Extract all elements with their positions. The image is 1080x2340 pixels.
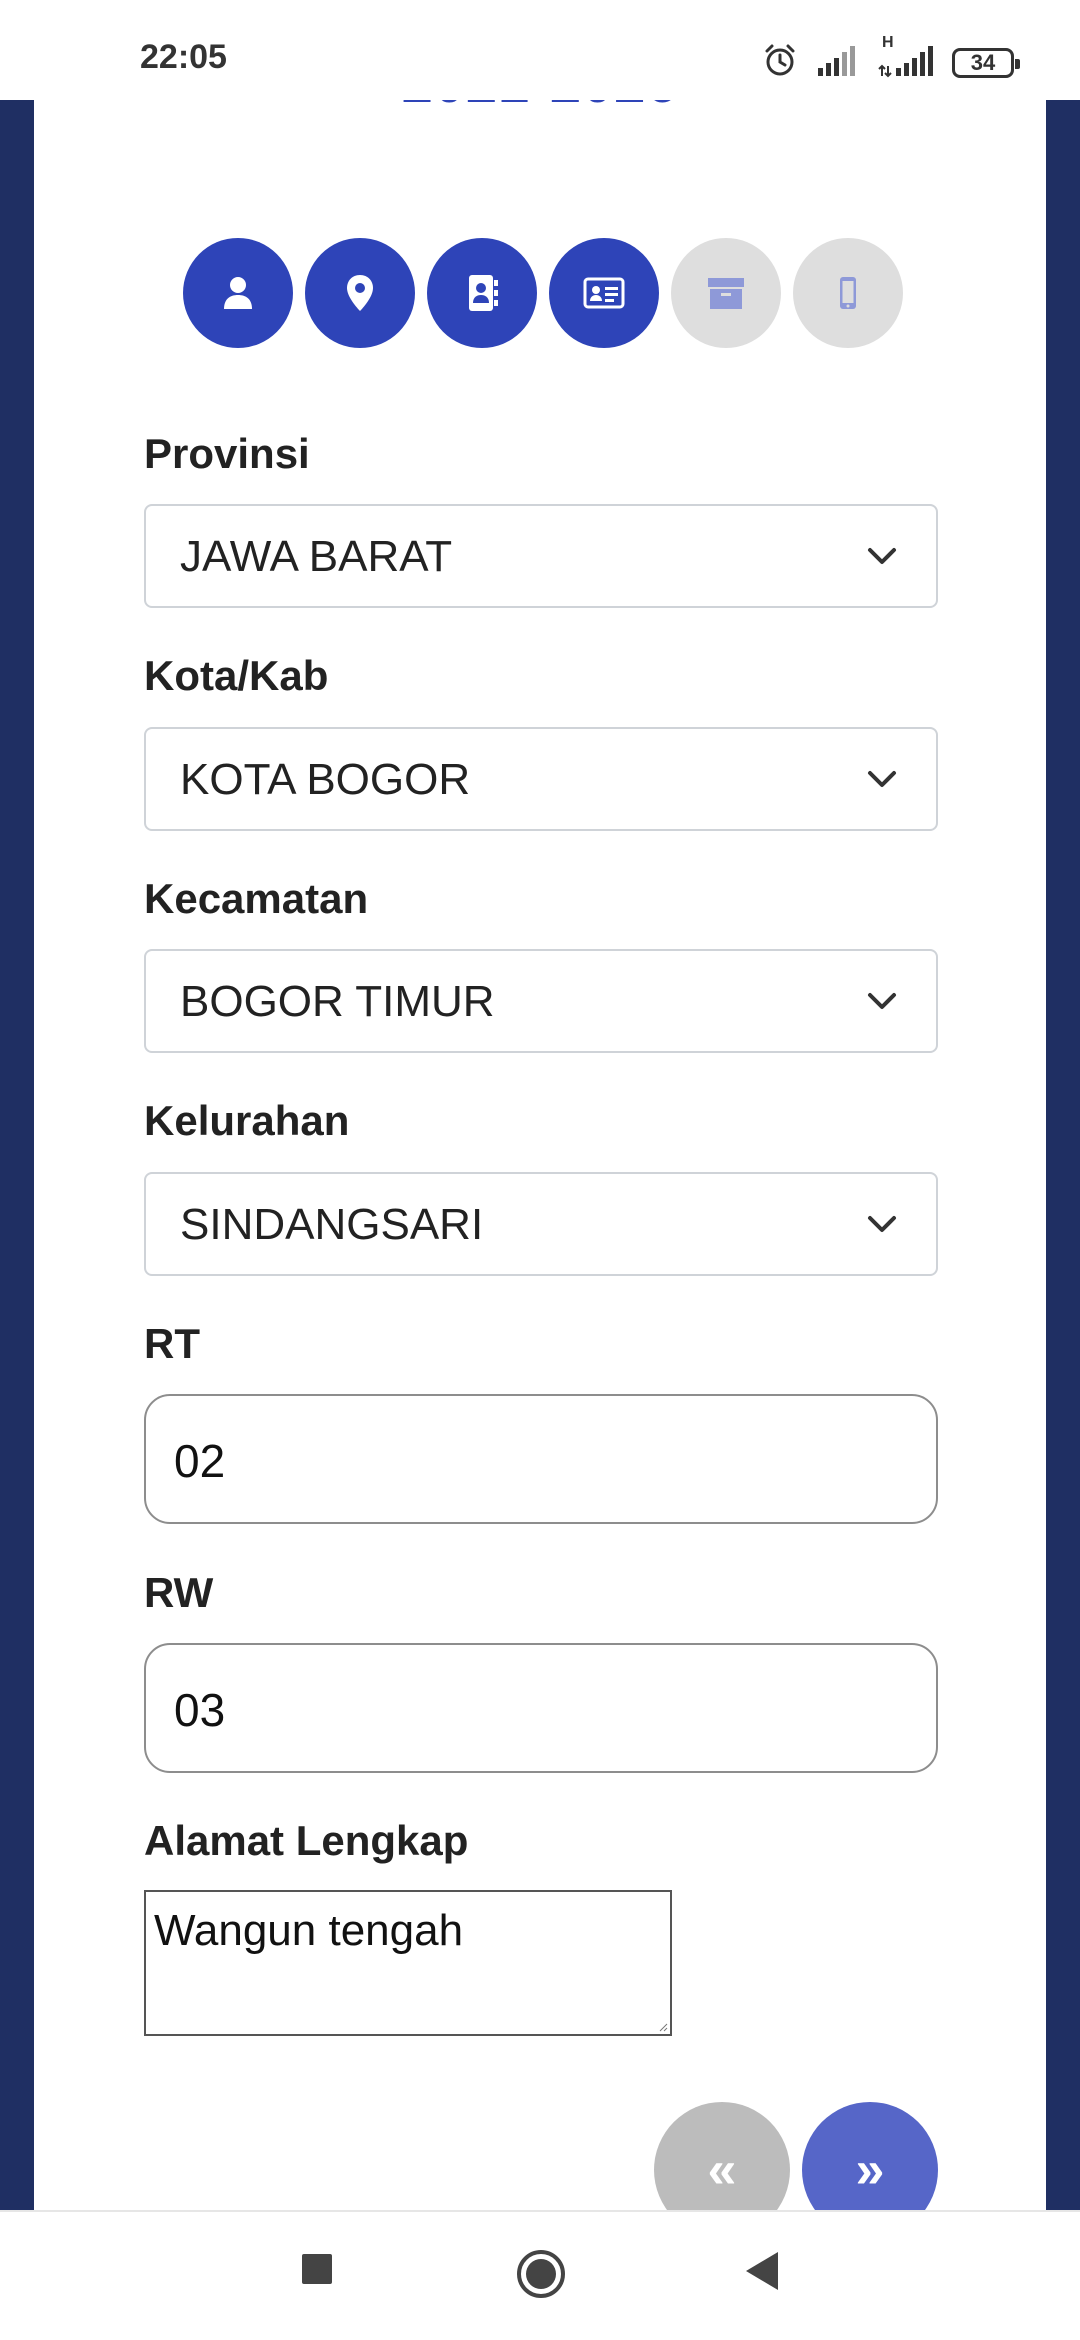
rt-label: RT <box>144 1320 200 1367</box>
frame-right <box>1046 100 1080 2210</box>
chevron-down-icon <box>868 771 896 787</box>
app-screen: 22:05 H 34 Provinsi JAWA BARAT Kota/Kab … <box>0 0 1080 2340</box>
previous-step-button[interactable]: « <box>654 2102 790 2210</box>
kota-label: Kota/Kab <box>144 652 329 699</box>
contact-book-icon <box>469 275 498 311</box>
location-pin-icon <box>347 275 373 311</box>
rw-value: 03 <box>174 1684 226 1736</box>
status-bar: 22:05 H 34 <box>0 0 1080 100</box>
rt-value: 02 <box>174 1435 226 1487</box>
person-icon <box>224 277 252 309</box>
kecamatan-label: Kecamatan <box>144 875 369 922</box>
chevron-down-icon <box>868 993 896 1009</box>
network-type-label: H <box>882 33 894 51</box>
step-device[interactable] <box>793 238 903 348</box>
alamat-value: Wangun tengah <box>154 1906 464 1955</box>
kecamatan-value: BOGOR TIMUR <box>180 977 495 1026</box>
step-personal[interactable] <box>183 238 293 348</box>
step-address[interactable] <box>305 238 415 348</box>
chevron-down-icon <box>868 1216 896 1232</box>
home-icon[interactable] <box>515 2248 567 2300</box>
status-icons: H 34 <box>762 34 1020 88</box>
provinsi-label: Provinsi <box>144 430 310 477</box>
archive-box-icon <box>708 278 744 309</box>
alamat-textarea[interactable]: Wangun tengah <box>144 1890 672 2036</box>
kota-value: KOTA BOGOR <box>180 755 471 804</box>
next-step-button[interactable]: » <box>802 2102 938 2210</box>
kota-select[interactable]: KOTA BOGOR <box>144 727 938 831</box>
system-nav-bar <box>0 2210 1080 2340</box>
form-card: 2021-2026 <box>34 100 1046 2210</box>
battery-icon: 34 <box>952 48 1020 78</box>
status-time: 22:05 <box>140 38 227 76</box>
kelurahan-label: Kelurahan <box>144 1097 350 1144</box>
step-indicator <box>183 238 903 348</box>
double-chevron-left-icon: « <box>707 2141 737 2199</box>
mobile-phone-icon <box>840 277 856 309</box>
kelurahan-value: SINDANGSARI <box>180 1200 484 1249</box>
provinsi-select[interactable]: JAWA BARAT <box>144 504 938 608</box>
id-card-icon <box>583 277 625 309</box>
rw-label: RW <box>144 1569 214 1616</box>
kecamatan-select[interactable]: BOGOR TIMUR <box>144 949 938 1053</box>
chevron-down-icon <box>868 548 896 564</box>
double-chevron-right-icon: » <box>855 2141 885 2199</box>
alarm-icon <box>762 43 798 84</box>
page-title: 2021-2026 <box>34 100 1046 115</box>
step-documents[interactable] <box>671 238 781 348</box>
recent-apps-icon[interactable] <box>300 2252 334 2286</box>
rt-input[interactable]: 02 <box>144 1394 938 1524</box>
back-icon[interactable] <box>744 2250 780 2292</box>
frame-left <box>0 100 34 2210</box>
battery-level: 34 <box>970 50 996 75</box>
provinsi-value: JAWA BARAT <box>180 532 453 581</box>
alamat-label: Alamat Lengkap <box>144 1817 469 1864</box>
rw-input[interactable]: 03 <box>144 1643 938 1773</box>
step-contact[interactable] <box>427 238 537 348</box>
signal-icon <box>816 44 860 83</box>
resize-grip-icon[interactable] <box>658 2022 668 2032</box>
step-identity[interactable] <box>549 238 659 348</box>
kelurahan-select[interactable]: SINDANGSARI <box>144 1172 938 1276</box>
signal-h-icon: H <box>878 34 934 83</box>
